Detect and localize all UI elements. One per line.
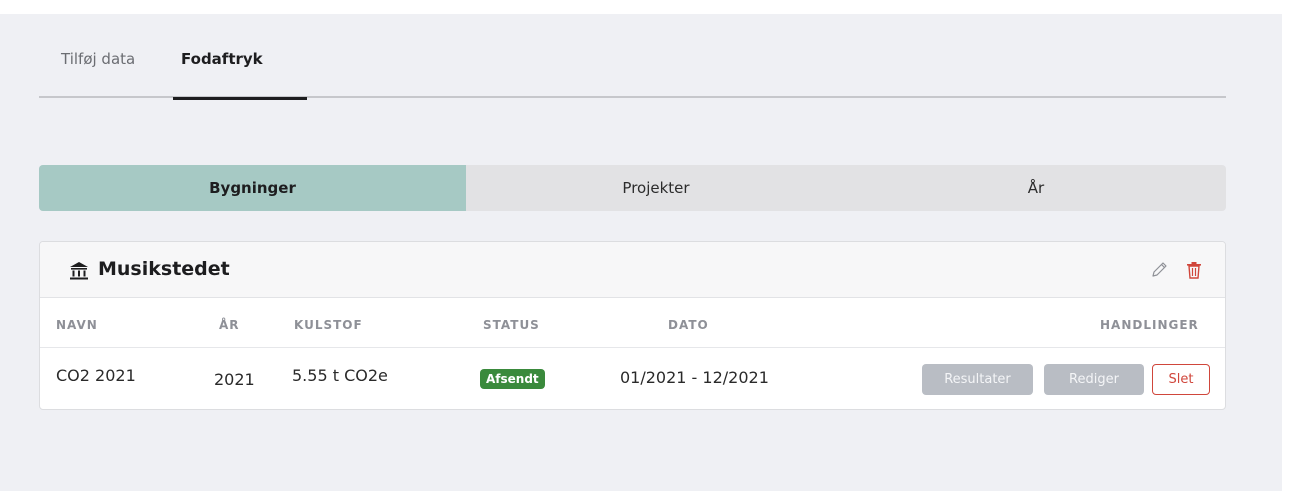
column-header-aar: ÅR <box>219 318 240 332</box>
delete-button[interactable]: Slet <box>1152 364 1210 395</box>
pencil-icon[interactable] <box>1150 261 1168 279</box>
cell-aar: 2021 <box>214 370 255 389</box>
cell-navn: CO2 2021 <box>56 366 136 385</box>
page-canvas: Tilføj data Fodaftryk Bygninger Projekte… <box>0 14 1282 491</box>
column-header-navn: NAVN <box>56 318 98 332</box>
edit-button[interactable]: Rediger <box>1044 364 1144 395</box>
column-header-kulstof: KULSTOF <box>294 318 363 332</box>
segment-aar[interactable]: År <box>846 165 1226 211</box>
card-header: Musikstedet <box>40 242 1225 298</box>
tab-bar: Tilføj data Fodaftryk <box>39 48 1226 100</box>
segment-bygninger[interactable]: Bygninger <box>39 165 466 211</box>
column-header-handlinger: HANDLINGER <box>1100 318 1199 332</box>
tab-tilfoej-data[interactable]: Tilføj data <box>61 48 135 98</box>
results-button[interactable]: Resultater <box>922 364 1033 395</box>
column-header-status: STATUS <box>483 318 540 332</box>
card-title: Musikstedet <box>98 258 230 280</box>
status-badge: Afsendt <box>480 369 545 389</box>
building-card: Musikstedet NAVN ÅR KULSTOF STATUS DATO … <box>39 241 1226 410</box>
row-divider <box>40 347 1225 348</box>
cell-dato: 01/2021 - 12/2021 <box>620 368 769 387</box>
segmented-control: Bygninger Projekter År <box>39 165 1226 211</box>
segment-projekter[interactable]: Projekter <box>466 165 846 211</box>
cell-kulstof: 5.55 t CO2e <box>292 366 388 385</box>
tab-fodaftryk[interactable]: Fodaftryk <box>173 48 307 100</box>
trash-icon[interactable] <box>1186 261 1202 279</box>
bank-icon <box>70 262 88 280</box>
column-header-dato: DATO <box>668 318 709 332</box>
